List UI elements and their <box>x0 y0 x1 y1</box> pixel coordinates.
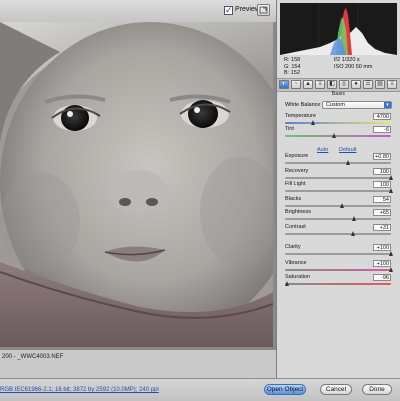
slider-value-field[interactable]: -96 <box>373 274 391 281</box>
slider-thumb[interactable] <box>351 231 356 236</box>
iso-focal: ISO 200 50 mm <box>334 64 373 70</box>
white-balance-label: White Balance : <box>285 102 324 108</box>
white-balance-select[interactable]: Custom ▾ <box>322 101 392 109</box>
done-button[interactable]: Done <box>362 384 392 395</box>
section-title: Basic <box>331 91 346 97</box>
slider-label: Vibrance <box>285 260 307 266</box>
presets-tab-icon[interactable]: ☰ <box>363 80 373 89</box>
slider-thumb[interactable] <box>346 160 351 165</box>
slider-thumb[interactable] <box>311 120 316 125</box>
slider-thumb[interactable] <box>388 175 393 180</box>
fullscreen-button[interactable] <box>257 4 270 16</box>
slider-label: Exposure <box>285 153 309 159</box>
slider-thumb[interactable] <box>388 188 393 193</box>
slider-track[interactable] <box>285 231 391 236</box>
image-status-bar: 200 - _WWC4003.NEF <box>0 350 276 378</box>
image-toolbar: ✓ Preview <box>0 0 276 23</box>
slider-label: Blacks <box>285 196 302 202</box>
slider-thumb[interactable] <box>339 203 344 208</box>
slider-track[interactable] <box>284 281 391 286</box>
slider-value-field[interactable]: 54 <box>373 196 391 203</box>
slider-track[interactable] <box>285 267 393 272</box>
slider-label: Clarity <box>285 244 301 250</box>
hsl-tab-icon[interactable]: ≡ <box>315 80 325 89</box>
slider-label: Temperature <box>285 113 316 119</box>
slider-label: Brightness <box>285 209 311 215</box>
slider-value-field[interactable]: 100 <box>373 181 391 188</box>
histogram <box>280 3 397 55</box>
slider-value-field[interactable]: +100 <box>373 244 391 251</box>
slider-track[interactable] <box>285 133 391 138</box>
auto-link[interactable]: Auto <box>317 147 328 153</box>
slider-track[interactable] <box>285 188 393 193</box>
slider-track[interactable] <box>285 120 391 125</box>
aperture-shutter: f/2 1/320 s <box>334 57 360 63</box>
slider-value-field[interactable]: +31 <box>373 224 391 231</box>
snapshots-tab-icon[interactable]: ▤ <box>375 80 385 89</box>
photo-preview[interactable] <box>0 22 273 347</box>
bottom-bar: RGB IEC61966-2.1; 16 bit; 3872 by 2592 (… <box>0 378 400 401</box>
slider-value-field[interactable]: +65 <box>373 209 391 216</box>
slider-label: Contrast <box>285 224 306 230</box>
fullscreen-icon <box>259 6 268 14</box>
slider-value-field[interactable]: 4700 <box>373 113 391 120</box>
zoom-filename-label: 200 - _WWC4003.NEF <box>2 354 64 360</box>
slider-track[interactable] <box>285 160 391 165</box>
basic-tab-icon[interactable]: ◐ <box>279 80 289 89</box>
slider-thumb[interactable] <box>388 267 393 272</box>
chevron-down-icon: ▾ <box>384 102 391 108</box>
slider-thumb[interactable] <box>352 216 357 221</box>
open-object-button[interactable]: Open Object <box>264 384 306 395</box>
adjustments-panel: R: 158 G: 154 B: 152 f/2 1/320 s ISO 200… <box>276 0 400 378</box>
tone-curve-tab-icon[interactable]: ~ <box>291 80 301 89</box>
white-balance-value: Custom <box>326 102 345 108</box>
slider-value-field[interactable]: 100 <box>373 168 391 175</box>
slider-label: Recovery <box>285 168 309 174</box>
slider-value-field[interactable]: -6 <box>373 126 391 133</box>
cancel-button[interactable]: Cancel <box>320 384 352 395</box>
slider-label: Saturation <box>285 274 311 280</box>
rgb-readout: R: 158 G: 154 B: 152 <box>284 57 301 77</box>
exif-readout: f/2 1/320 s ISO 200 50 mm <box>334 57 373 71</box>
split-toning-tab-icon[interactable]: ◧ <box>327 80 337 89</box>
slider-label: Fill Light <box>285 181 306 187</box>
preview-checkbox[interactable]: ✓ <box>224 6 233 15</box>
red-value: R: 158 <box>284 57 301 63</box>
camera-tab-icon[interactable]: ● <box>351 80 361 89</box>
image-area: ✓ Preview 200 - _WWC4003.NEF <box>0 0 276 378</box>
detail-tab-icon[interactable]: ▲ <box>303 80 313 89</box>
lens-tab-icon[interactable]: ◎ <box>339 80 349 89</box>
workflow-options-link[interactable]: RGB IEC61966-2.1; 16 bit; 3872 by 2592 (… <box>0 387 159 393</box>
slider-thumb[interactable] <box>332 133 337 138</box>
slider-value-field[interactable]: +100 <box>373 260 391 267</box>
slider-track[interactable] <box>285 251 393 256</box>
slider-track[interactable] <box>285 216 391 221</box>
slider-label: Tint <box>285 126 294 132</box>
slider-thumb[interactable] <box>388 251 393 256</box>
baby-portrait-image <box>0 22 273 347</box>
slider-track[interactable] <box>285 203 391 208</box>
default-link[interactable]: Default <box>339 147 356 153</box>
slider-track[interactable] <box>285 175 393 180</box>
slider-value-field[interactable]: +0.80 <box>373 153 391 160</box>
panel-menu-icon[interactable]: ≡ <box>387 80 397 89</box>
slider-thumb[interactable] <box>284 281 289 286</box>
blue-value: B: 152 <box>284 70 300 76</box>
